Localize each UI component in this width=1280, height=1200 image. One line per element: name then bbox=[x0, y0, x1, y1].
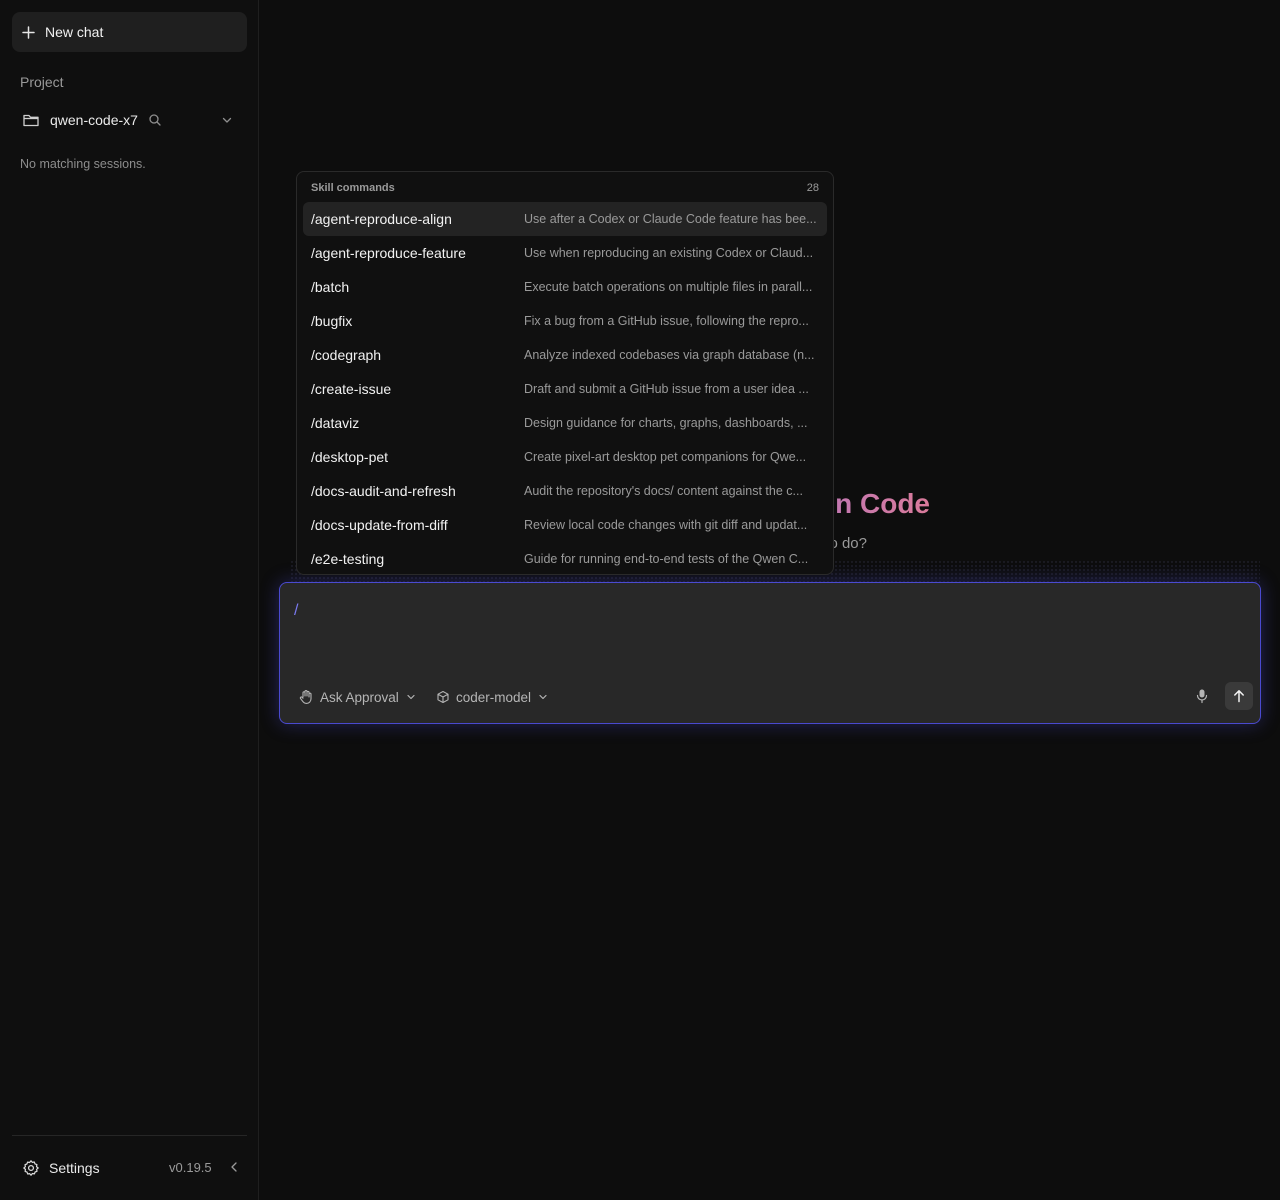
command-name: /create-issue bbox=[311, 381, 392, 397]
gear-icon bbox=[22, 1159, 40, 1177]
command-description: Design guidance for charts, graphs, dash… bbox=[524, 416, 808, 430]
model-label: coder-model bbox=[456, 689, 532, 705]
command-name: /e2e-testing bbox=[311, 551, 385, 567]
send-button[interactable] bbox=[1225, 682, 1253, 710]
command-description: Create pixel-art desktop pet companions … bbox=[524, 450, 807, 464]
command-name: /docs-update-from-diff bbox=[311, 517, 448, 533]
skill-commands-menu: Skill commands 28 /agent-reproduce-align… bbox=[296, 171, 834, 575]
microphone-button[interactable] bbox=[1192, 685, 1212, 707]
version-label: v0.19.5 bbox=[169, 1160, 212, 1175]
menu-header: Skill commands 28 bbox=[311, 182, 819, 198]
command-description: Use when reproducing an existing Codex o… bbox=[524, 246, 814, 260]
command-name: /batch bbox=[311, 279, 350, 295]
new-chat-label: New chat bbox=[45, 24, 104, 40]
command-list: /agent-reproduce-align Use after a Codex… bbox=[303, 202, 827, 574]
command-item[interactable]: /agent-reproduce-align Use after a Codex… bbox=[303, 202, 827, 236]
approval-mode-label: Ask Approval bbox=[320, 689, 399, 705]
sidebar: New chat Project qwen-code-x7 No matchin… bbox=[0, 0, 259, 1200]
command-item[interactable]: /agent-reproduce-feature Use when reprod… bbox=[303, 236, 827, 270]
model-dropdown[interactable]: coder-model bbox=[436, 687, 549, 707]
command-item[interactable]: /dataviz Design guidance for charts, gra… bbox=[303, 406, 827, 440]
command-name: /desktop-pet bbox=[311, 449, 389, 465]
empty-sessions-message: No matching sessions. bbox=[20, 157, 146, 171]
arrow-up-icon bbox=[1233, 689, 1245, 703]
command-item[interactable]: /desktop-pet Create pixel-art desktop pe… bbox=[303, 440, 827, 474]
command-item[interactable]: /batch Execute batch operations on multi… bbox=[303, 270, 827, 304]
chevron-down-icon[interactable] bbox=[220, 113, 234, 127]
project-name: qwen-code-x7 bbox=[50, 112, 138, 128]
chevron-down-icon bbox=[405, 691, 417, 703]
project-section-label: Project bbox=[20, 74, 64, 90]
settings-button[interactable]: Settings v0.19.5 bbox=[22, 1156, 242, 1180]
settings-label: Settings bbox=[49, 1160, 100, 1176]
command-name: /docs-audit-and-refresh bbox=[311, 483, 456, 499]
command-item[interactable]: /docs-update-from-diff Review local code… bbox=[303, 508, 827, 542]
project-selector[interactable]: qwen-code-x7 bbox=[20, 108, 240, 132]
menu-header-label: Skill commands bbox=[311, 182, 395, 194]
command-name: /codegraph bbox=[311, 347, 382, 363]
search-icon[interactable] bbox=[148, 113, 162, 127]
message-input[interactable] bbox=[294, 599, 1194, 623]
command-count: 28 bbox=[806, 182, 819, 194]
microphone-icon bbox=[1195, 688, 1209, 704]
command-name: /agent-reproduce-feature bbox=[311, 245, 466, 261]
command-item[interactable]: /e2e-testing Guide for running end-to-en… bbox=[303, 542, 827, 574]
message-composer: Ask Approval coder-model bbox=[279, 582, 1261, 724]
folder-icon bbox=[22, 111, 40, 129]
command-description: Execute batch operations on multiple fil… bbox=[524, 280, 813, 294]
command-name: /dataviz bbox=[311, 415, 360, 431]
command-description: Guide for running end-to-end tests of th… bbox=[524, 552, 809, 566]
command-description: Analyze indexed codebases via graph data… bbox=[524, 348, 815, 362]
chevron-left-icon[interactable] bbox=[227, 1160, 241, 1174]
command-item[interactable]: /docs-audit-and-refresh Audit the reposi… bbox=[303, 474, 827, 508]
command-name: /agent-reproduce-align bbox=[311, 211, 452, 227]
new-chat-button[interactable]: New chat bbox=[12, 12, 247, 52]
command-item[interactable]: /create-issue Draft and submit a GitHub … bbox=[303, 372, 827, 406]
command-item[interactable]: /bugfix Fix a bug from a GitHub issue, f… bbox=[303, 304, 827, 338]
command-description: Use after a Codex or Claude Code feature… bbox=[524, 212, 817, 226]
command-name: /bugfix bbox=[311, 313, 353, 329]
command-description: Review local code changes with git diff … bbox=[524, 518, 808, 532]
command-description: Draft and submit a GitHub issue from a u… bbox=[524, 382, 809, 396]
cube-icon bbox=[436, 690, 450, 704]
command-item[interactable]: /codegraph Analyze indexed codebases via… bbox=[303, 338, 827, 372]
sidebar-divider bbox=[12, 1135, 247, 1136]
chevron-down-icon bbox=[537, 691, 549, 703]
hand-icon bbox=[298, 689, 314, 705]
command-description: Audit the repository's docs/ content aga… bbox=[524, 484, 803, 498]
plus-icon bbox=[22, 25, 35, 39]
command-description: Fix a bug from a GitHub issue, following… bbox=[524, 314, 809, 328]
approval-mode-dropdown[interactable]: Ask Approval bbox=[298, 687, 417, 707]
